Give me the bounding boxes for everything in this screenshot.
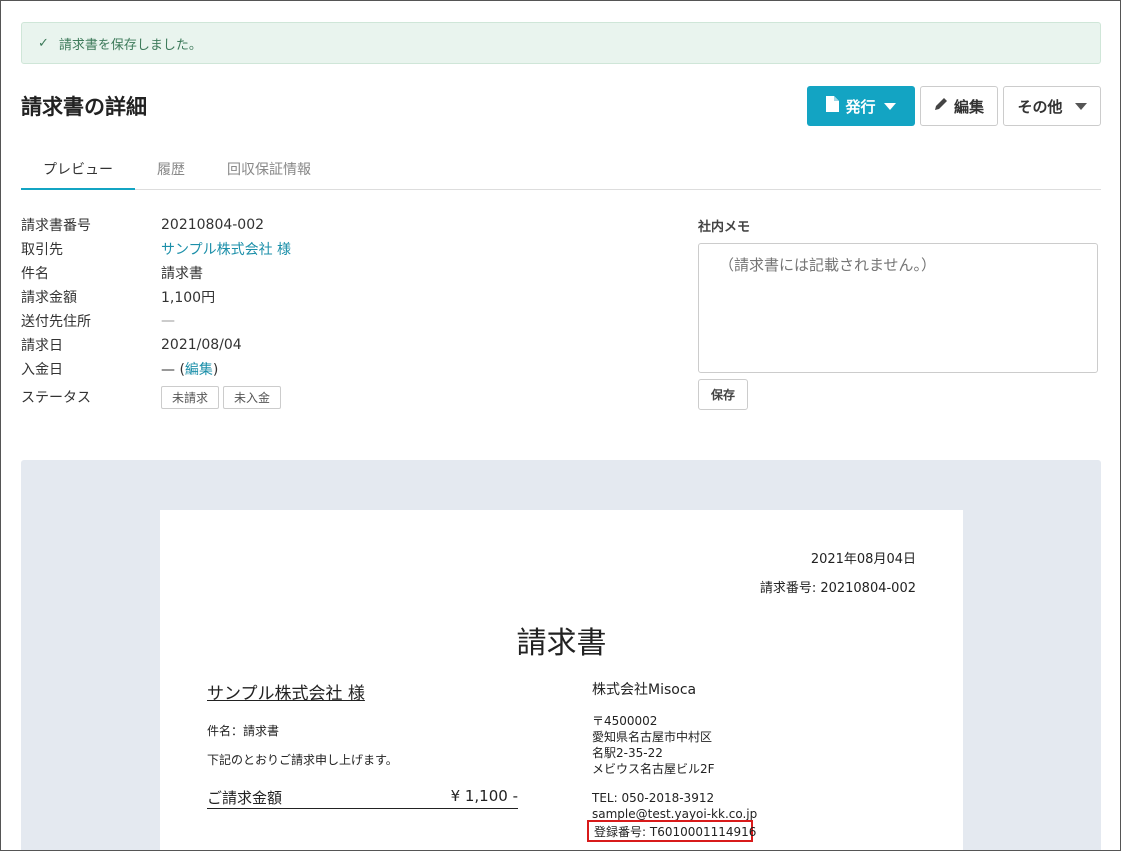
detail-key: 取引先 <box>21 242 63 258</box>
invoice-lead: 下記のとおりご請求申し上げます。 <box>207 753 398 767</box>
invoice-title: 請求書 <box>516 626 607 661</box>
edit-button[interactable]: 編集 <box>920 86 998 126</box>
edit-payment-date-link[interactable]: 編集 <box>185 362 213 378</box>
edit-button-label: 編集 <box>953 97 984 116</box>
detail-value: 請求書 <box>161 266 203 282</box>
app-window: ✓ 請求書を保存しました。 請求書の詳細 発行 編集 その他 プレビュー 履歴 … <box>0 0 1121 851</box>
memo-textarea[interactable] <box>698 243 1098 373</box>
detail-value: — ( <box>161 362 185 378</box>
detail-value: 20210804-002 <box>161 217 265 233</box>
detail-key: 送付先住所 <box>21 314 91 330</box>
detail-key: 請求書番号 <box>21 218 91 234</box>
detail-key: 件名 <box>21 266 49 282</box>
other-menu-button[interactable]: その他 <box>1003 86 1101 126</box>
detail-key: 請求金額 <box>21 290 77 306</box>
issuer-company: 株式会社Misoca <box>592 682 697 698</box>
issuer-postal: 〒4500002 <box>592 714 658 728</box>
other-button-label: その他 <box>1017 97 1063 116</box>
tab-preview[interactable]: プレビュー <box>21 149 135 190</box>
document-icon <box>826 96 840 116</box>
issuer-tel: TEL: 050-2018-3912 <box>592 791 715 805</box>
success-alert: ✓ 請求書を保存しました。 <box>21 22 1101 64</box>
check-icon: ✓ <box>38 35 49 51</box>
issuer-address-line: 愛知県名古屋市中村区 <box>592 730 713 744</box>
detail-value: 1,100円 <box>161 290 216 306</box>
registration-number-highlight: 登録番号: T6010001114916 <box>587 820 757 842</box>
status-tags: 未請求 未入金 <box>161 385 285 409</box>
amount-label: ご請求金額 <box>207 789 283 807</box>
detail-value-suffix: ) <box>212 362 219 378</box>
tab-bar: プレビュー 履歴 回収保証情報 <box>21 149 1101 190</box>
detail-key: 請求日 <box>21 338 63 354</box>
invoice-number: 請求番号: 20210804-002 <box>759 581 916 596</box>
alert-message: 請求書を保存しました。 <box>58 37 202 53</box>
payment-date-value: — (編集) <box>161 359 218 379</box>
status-badge[interactable]: 未入金 <box>223 385 282 409</box>
client-link[interactable]: サンプル株式会社 様 <box>161 239 291 259</box>
memo-label: 社内メモ <box>698 220 751 235</box>
registration-number: 登録番号: T6010001114916 <box>594 824 757 839</box>
invoice-document: 2021年08月04日 請求番号: 20210804-002 請求書 サンプル株… <box>160 510 963 850</box>
detail-value: 2021/08/04 <box>161 337 242 353</box>
chevron-down-icon <box>883 102 896 110</box>
tab-collection-guarantee[interactable]: 回収保証情報 <box>213 149 325 189</box>
detail-key: ステータス <box>21 390 91 406</box>
issuer-address: 〒4500002 愛知県名古屋市中村区 名駅2-35-22 メビウス名古屋ビル2… <box>592 713 715 777</box>
invoice-amount: ご請求金額 ¥ 1,100 - <box>207 787 518 809</box>
issue-button-label: 発行 <box>845 97 876 116</box>
invoice-date: 2021年08月04日 <box>810 552 916 567</box>
status-badge[interactable]: 未請求 <box>161 385 220 409</box>
pencil-icon <box>934 97 948 115</box>
detail-key: 入金日 <box>21 362 63 378</box>
memo-save-button[interactable]: 保存 <box>698 379 748 410</box>
invoice-subject: 件名：請求書 <box>207 724 280 738</box>
issuer-contact: TEL: 050-2018-3912 sample@test.yayoi-kk.… <box>592 790 757 822</box>
detail-value: — <box>161 313 175 329</box>
invoice-client: サンプル株式会社 様 <box>207 684 365 704</box>
page-title: 請求書の詳細 <box>21 95 147 119</box>
issuer-address-line: 名駅2-35-22 <box>592 746 663 760</box>
amount-value: ¥ 1,100 - <box>450 787 518 805</box>
chevron-down-icon <box>1074 102 1087 110</box>
issue-button[interactable]: 発行 <box>807 86 915 126</box>
issuer-address-line: メビウス名古屋ビル2F <box>592 762 715 776</box>
tab-history[interactable]: 履歴 <box>139 149 203 189</box>
